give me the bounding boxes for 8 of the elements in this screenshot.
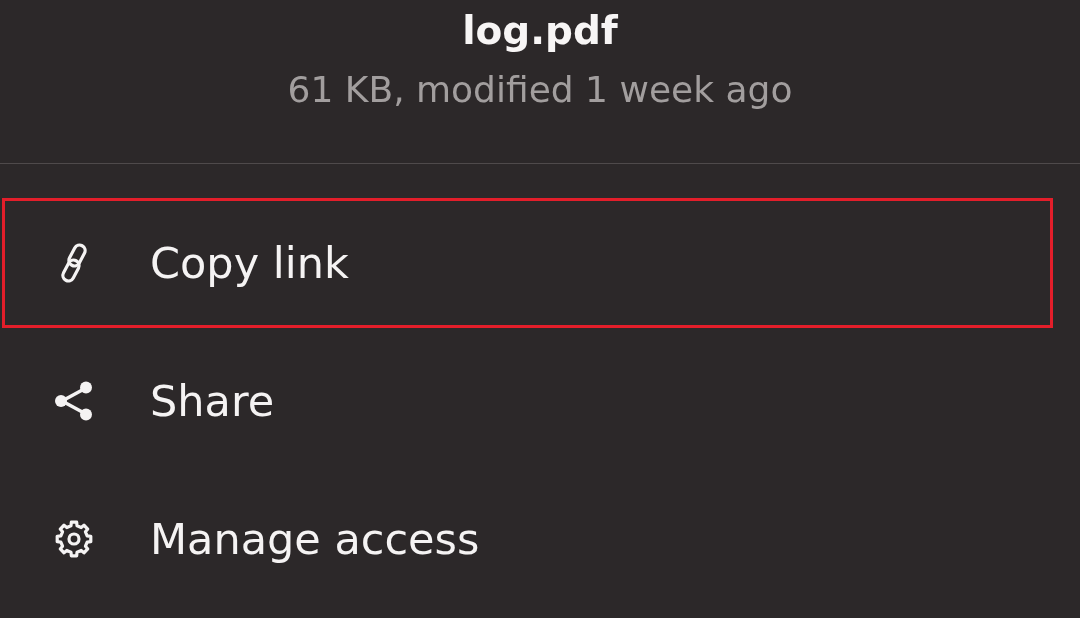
menu-item[interactable]: Share	[2, 336, 1053, 466]
file-name: log.pdf	[462, 7, 618, 54]
link-icon	[58, 242, 90, 284]
settings-icon	[54, 519, 94, 559]
file-details: 61 KB, modified 1 week ago	[287, 68, 793, 111]
share-icon	[54, 380, 94, 422]
menu-item[interactable]: Copy link	[2, 198, 1053, 328]
menu-item[interactable]: Manage access	[2, 474, 1053, 604]
